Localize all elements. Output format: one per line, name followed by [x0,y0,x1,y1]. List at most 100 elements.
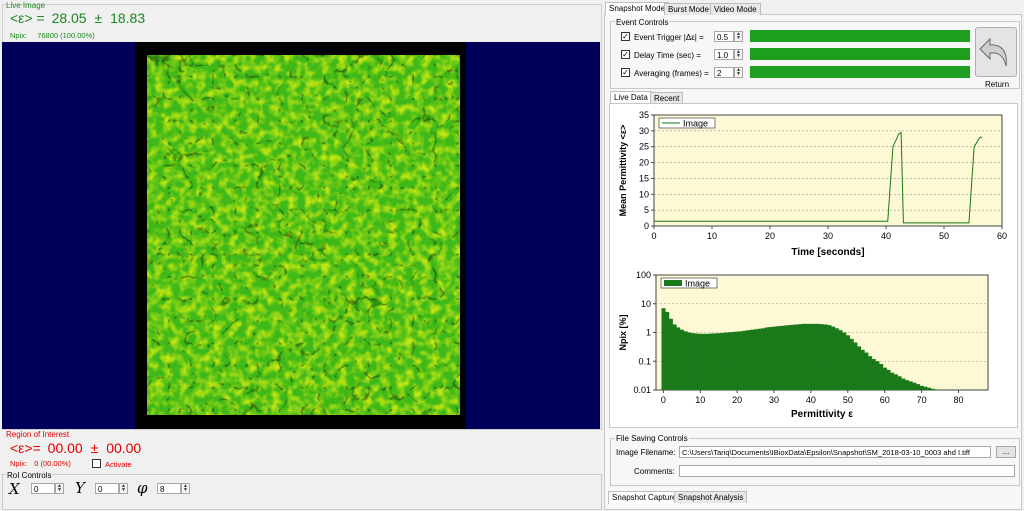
histogram-bar [702,333,707,390]
histogram-bar [805,323,810,390]
roi-pm-symbol: ± [90,440,99,456]
histogram-bar [801,323,806,390]
x-tick-label: 20 [732,395,742,405]
histogram-bar [916,384,921,390]
histogram-bar [927,387,932,390]
histogram-bar [823,324,828,390]
roi-group-label: Region of Interest [6,430,70,439]
roi-npix-label: Npix: [10,459,28,468]
histogram-bar [790,324,795,390]
activate-checkbox[interactable] [92,459,101,468]
histogram-bar [905,380,909,390]
y-tick-label: 30 [639,126,649,136]
permittivity-time-chart: 0 5 10 15 20 25 30 35 0 10 20 30 40 50 60 Image Time [se… [618,110,1007,258]
event-trigger-input[interactable]: 0.5 [714,31,734,42]
delay-time-input[interactable]: 1.0 [714,49,734,60]
histogram-bar [691,333,696,390]
y-tick-label: 35 [639,110,649,120]
x-tick-label: 10 [707,231,717,241]
x-tick-label: 30 [769,395,779,405]
tab-snapshot-capture[interactable]: Snapshot Capture [608,491,681,504]
histogram-bar [727,332,732,390]
histogram-bar [834,328,839,390]
y-axis-label: Npix [%] [618,314,628,350]
x-tick-label: 30 [823,231,833,241]
histogram-bar [879,364,884,390]
histogram-bar [798,324,803,390]
event-trigger-checkbox[interactable]: ✓ [621,32,630,41]
phi-symbol: φ [137,479,148,497]
histogram-bar [753,329,758,390]
delay-time-checkbox[interactable]: ✓ [621,50,630,59]
averaging-checkbox[interactable]: ✓ [621,68,630,77]
histogram-bar [713,333,718,390]
histogram-bar [705,333,710,390]
roi-controls-group [2,474,602,510]
histogram-bar [842,332,847,390]
image-filename-field[interactable]: C:\Users\Tariq\Documents\IBioxData\Epsil… [679,446,991,458]
roi-phi-stepper[interactable]: ▲ ▼ [181,483,190,494]
event-trigger-label: Event Trigger |Δε| = [634,33,704,42]
histogram-bar [897,376,902,390]
event-trigger-stepper[interactable]: ▲ ▼ [734,31,743,42]
x-tick-label: 20 [765,231,775,241]
x-axis-label: Time [seconds] [791,247,864,258]
y-tick-label: 0.01 [633,385,651,395]
averaging-label: Averaging (frames) = [634,69,709,78]
roi-x-input[interactable]: 0 [31,483,55,494]
roi-y-input[interactable]: 0 [95,483,119,494]
y-tick-label: 15 [639,173,649,183]
histogram-bar [864,352,869,390]
histogram-bar [750,329,755,390]
legend-label: Image [685,279,710,289]
histogram-bar [742,330,747,390]
y-tick-label: 20 [639,158,649,168]
roi-npix-value: 0 (00.00%) [34,459,71,468]
return-button[interactable] [975,27,1017,77]
histogram-bar [919,385,924,390]
image-viewport[interactable] [2,42,600,429]
histogram-bar [772,326,777,390]
histogram-bar [853,342,858,390]
x-tick-label: 40 [806,395,816,405]
browse-button[interactable]: ... [996,446,1016,458]
histogram-bar [912,382,917,390]
tab-snapshot-analysis[interactable]: Snapshot Analysis [674,491,748,503]
y-axis-label: Mean Permittivity <ε> [618,125,628,217]
histogram-bar [665,311,670,390]
npix-value: 76800 (100.00%) [37,31,95,40]
x-tick-label: 0 [651,231,656,241]
roi-x-stepper[interactable]: ▲ ▼ [55,483,64,494]
legend-label: Image [683,119,708,129]
histogram-bar [816,323,821,390]
comments-field[interactable] [679,465,1015,477]
histogram-bar [679,329,684,390]
roi-phi-input[interactable]: 8 [157,483,181,494]
delay-time-stepper[interactable]: ▲ ▼ [734,49,743,60]
histogram-bar [812,323,817,390]
event-controls-label: Event Controls [615,18,670,27]
histogram-bar [893,374,898,390]
histogram-bar [764,327,769,390]
roi-eps-label: <ε>= [10,440,41,456]
x-tick-label: 50 [939,231,949,241]
histogram-bar [868,356,873,390]
histogram-bar [661,308,666,390]
tab-burst-mode[interactable]: Burst Mode [664,3,713,15]
permittivity-image [147,55,460,415]
averaging-stepper[interactable]: ▲ ▼ [734,67,743,78]
y-tick-label: 0.1 [638,356,651,366]
tab-video-mode[interactable]: Video Mode [710,3,761,15]
y-tick-label: 10 [639,189,649,199]
tab-snapshot-mode[interactable]: Snapshot Mode [605,2,670,15]
x-symbol: X [9,480,20,498]
x-tick-label: 60 [880,395,890,405]
roi-y-stepper[interactable]: ▲ ▼ [119,483,128,494]
live-image-group-label: Live Image [6,1,46,10]
roi-eps-error: 00.00 [106,440,142,456]
histogram-bar [720,332,725,390]
histogram-bar [735,331,740,390]
file-saving-label: File Saving Controls [615,434,689,443]
averaging-input[interactable]: 2 [714,67,734,78]
histogram-bar [794,324,799,390]
